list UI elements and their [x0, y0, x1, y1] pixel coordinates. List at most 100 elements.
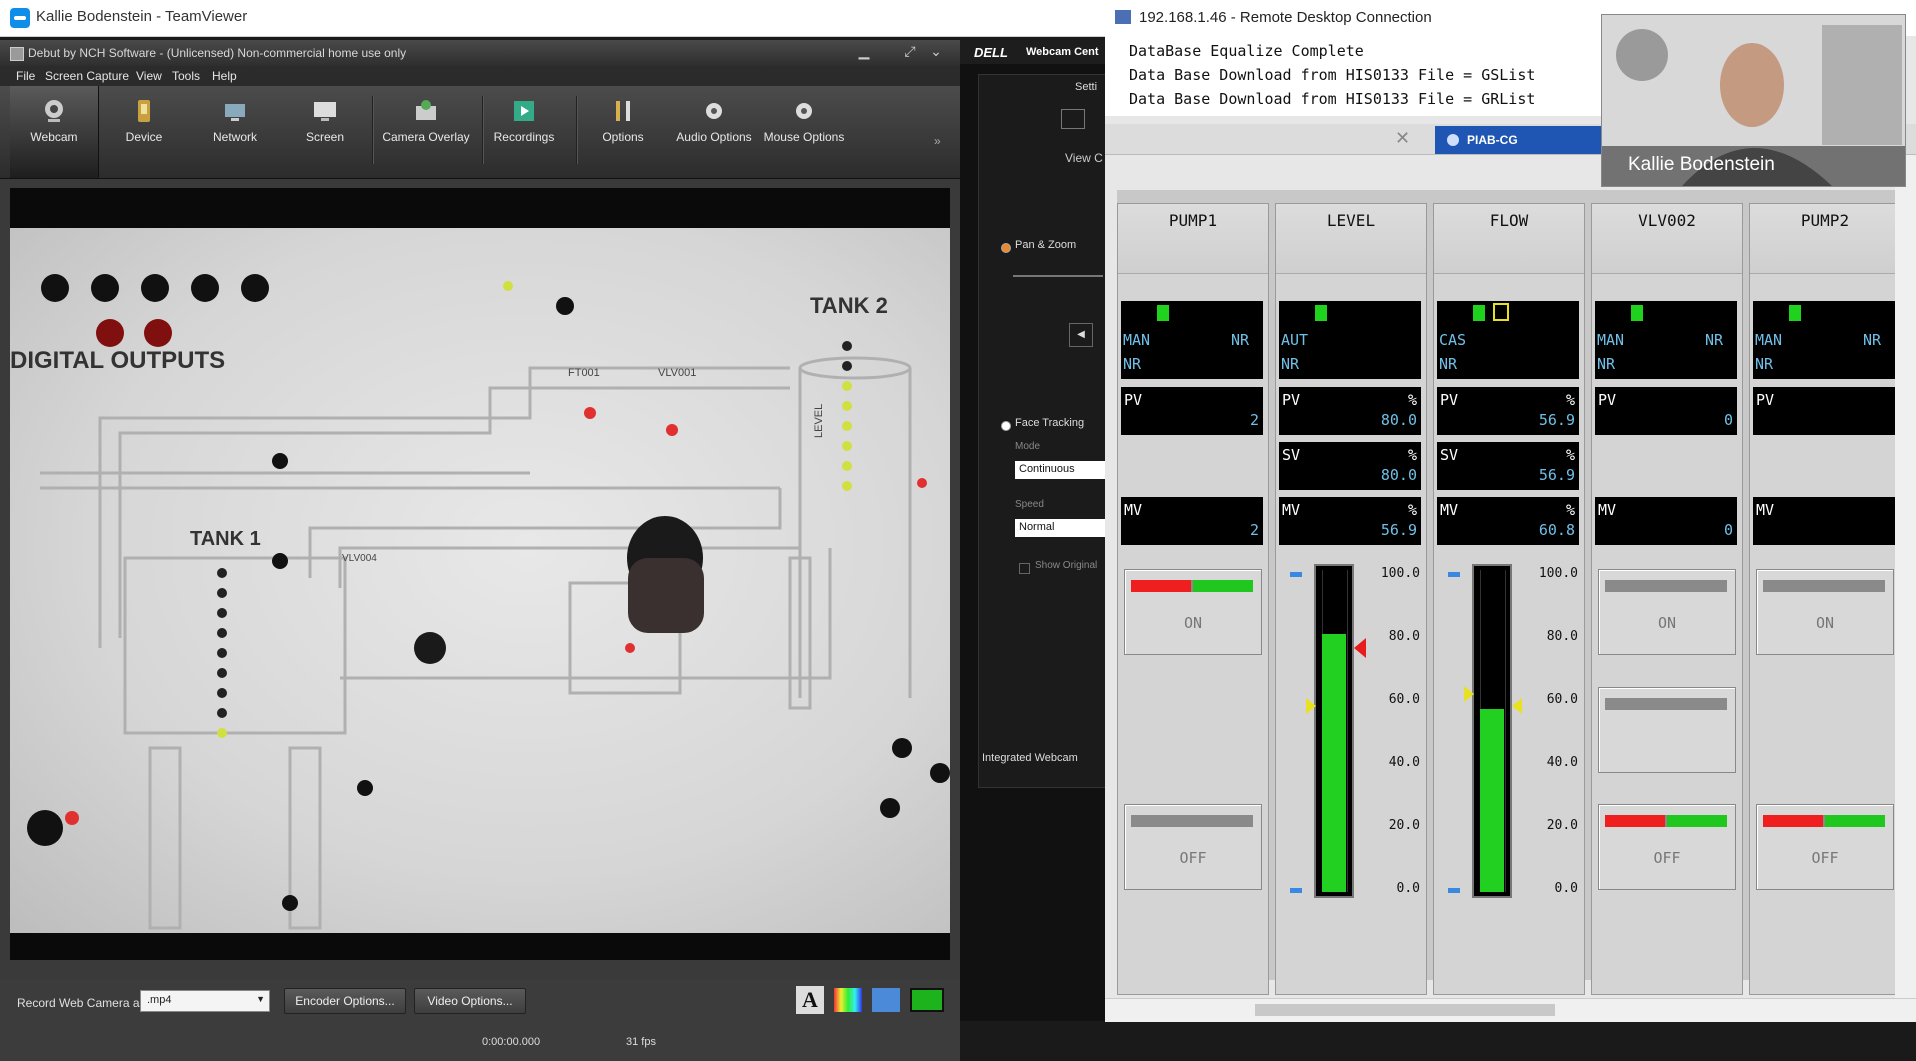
toolbar-mouse-options-label: Mouse Options [763, 130, 845, 144]
face-tracking-radio[interactable] [1001, 421, 1011, 431]
debut-menubar: File Screen Capture View Tools Help [0, 66, 960, 86]
chevron-down-icon[interactable]: ⌄ [924, 42, 948, 60]
scale-tick: 60.0 [1546, 692, 1578, 707]
off-button[interactable]: OFF [1598, 804, 1736, 890]
faceplate-tag[interactable]: LEVEL [1276, 204, 1426, 274]
stop-button[interactable] [1598, 687, 1736, 773]
vertical-scrollbar[interactable] [1895, 155, 1916, 998]
video-options-button[interactable]: Video Options... [414, 988, 526, 1014]
mv-label: MV [1440, 501, 1459, 519]
pan-zoom-radio[interactable] [1001, 243, 1011, 253]
encoder-options-button[interactable]: Encoder Options... [284, 988, 406, 1014]
pan-left-button[interactable]: ◀ [1069, 323, 1093, 347]
dell-webcam-window: DELL Webcam Cent Setti View C Pan & Zoom… [960, 40, 1107, 1021]
clapper-icon[interactable] [872, 988, 900, 1012]
faceplate-area: PUMP1 MAN NR NR PV 2 MV 2 ON OFF LEVEL A… [1117, 190, 1907, 995]
mode-select[interactable]: Continuous [1015, 461, 1105, 479]
status-block: MAN NR NR [1595, 301, 1737, 379]
on-button[interactable]: ON [1756, 569, 1894, 655]
debut-title: Debut by NCH Software - (Unlicensed) Non… [28, 46, 407, 60]
pv-label: PV [1282, 391, 1301, 409]
menu-view[interactable]: View [136, 69, 162, 83]
mode-value: Continuous [1019, 463, 1075, 475]
menu-file[interactable]: File [16, 69, 35, 83]
mv-block[interactable]: MV 0 [1595, 497, 1737, 545]
maximize-button[interactable]: ⤢ [898, 42, 922, 60]
on-button[interactable]: ON [1124, 569, 1262, 655]
digital-outputs-label: DIGITAL OUTPUTS [10, 347, 225, 374]
mv-block[interactable]: MV [1753, 497, 1895, 545]
minimize-button[interactable]: ▁ [852, 42, 876, 60]
toolbar-network-button[interactable]: Network [196, 86, 274, 178]
mv-block[interactable]: MV % 60.8 [1437, 497, 1579, 545]
dell-settings-tab[interactable]: Setti [1075, 81, 1097, 93]
sv-value: 56.9 [1538, 466, 1575, 484]
menu-help[interactable]: Help [212, 69, 237, 83]
toolbar-options-button[interactable]: Options [588, 86, 658, 178]
format-select[interactable]: .mp4 ▼ [140, 990, 270, 1012]
zoom-slider[interactable] [1013, 275, 1103, 277]
view-mode-icon[interactable] [1061, 109, 1085, 129]
audio-options-icon [706, 103, 722, 119]
mv-block[interactable]: MV % 56.9 [1279, 497, 1421, 545]
tab-piab-cg[interactable]: PIAB-CG [1435, 126, 1605, 154]
scroll-thumb[interactable] [1255, 1004, 1555, 1016]
status-block: MAN NR NR [1753, 301, 1895, 379]
faceplate-tag[interactable]: FLOW [1434, 204, 1584, 274]
toolbar-webcam-button[interactable]: Webcam [10, 86, 99, 178]
toolbar-recordings-button[interactable]: Recordings [490, 86, 558, 178]
status-block: AUT NR [1279, 301, 1421, 379]
network-icon [225, 104, 245, 121]
faceplate-tag[interactable]: PUMP1 [1118, 204, 1268, 274]
mv-label: MV [1598, 501, 1617, 519]
pv-block[interactable]: PV [1753, 387, 1895, 435]
cascade-icon[interactable] [1493, 303, 1509, 321]
stop-state-bar [1605, 698, 1727, 710]
close-icon[interactable]: ✕ [1395, 128, 1410, 149]
pv-block[interactable]: PV % 80.0 [1279, 387, 1421, 435]
film-strip-icon[interactable] [910, 988, 944, 1012]
on-button[interactable]: ON [1598, 569, 1736, 655]
pv-block[interactable]: PV 0 [1595, 387, 1737, 435]
faceplate-flow: FLOW CAS NR PV % 56.9 SV % 56.9 MV % 60.… [1433, 203, 1585, 995]
sv-marker[interactable] [1512, 698, 1522, 714]
sv-marker[interactable] [1354, 638, 1366, 658]
mv-label: MV [1124, 501, 1143, 519]
video-call-overlay[interactable]: Kallie Bodenstein [1601, 14, 1906, 187]
device-selector[interactable]: Integrated Webcam [982, 752, 1078, 764]
show-original-checkbox[interactable] [1019, 563, 1030, 574]
text-overlay-icon[interactable]: A [796, 986, 824, 1014]
off-button[interactable]: OFF [1124, 804, 1262, 890]
pv-block[interactable]: PV % 56.9 [1437, 387, 1579, 435]
toolbar-audio-options-button[interactable]: Audio Options [672, 86, 756, 178]
faceplate-tag[interactable]: VLV002 [1592, 204, 1742, 274]
toolbar-screen-button[interactable]: Screen [286, 86, 364, 178]
pv-label: PV [1756, 391, 1775, 409]
rdc-app-icon [1115, 10, 1131, 24]
toolbar-options-label: Options [602, 130, 644, 144]
sv-block[interactable]: SV % 56.9 [1437, 442, 1579, 490]
mv-label: MV [1282, 501, 1301, 519]
toolbar-divider [372, 96, 374, 164]
low-limit-marker [1290, 888, 1302, 893]
mv-block[interactable]: MV 2 [1121, 497, 1263, 545]
toolbar-overflow-icon[interactable]: » [934, 134, 941, 148]
menu-tools[interactable]: Tools [172, 69, 200, 83]
menu-screen-capture[interactable]: Screen Capture [45, 69, 129, 83]
toolbar-mouse-options-button[interactable]: Mouse Options [762, 86, 846, 178]
pv-value: 56.9 [1538, 411, 1575, 429]
speed-value: Normal [1019, 521, 1055, 533]
device-icon [138, 100, 150, 122]
pv-block[interactable]: PV 2 [1121, 387, 1263, 435]
tank2-label: TANK 2 [810, 293, 888, 318]
toolbar-camera-overlay-button[interactable]: Camera Overlay [380, 86, 472, 178]
console-line: DataBase Equalize Complete [1129, 42, 1364, 60]
faceplate-tag[interactable]: PUMP2 [1750, 204, 1900, 274]
dell-view-label[interactable]: View C [1065, 151, 1103, 165]
horizontal-scrollbar[interactable] [1105, 998, 1916, 1022]
speed-select[interactable]: Normal [1015, 519, 1105, 537]
color-effects-icon[interactable] [834, 988, 862, 1012]
sv-block[interactable]: SV % 80.0 [1279, 442, 1421, 490]
off-button[interactable]: OFF [1756, 804, 1894, 890]
toolbar-device-button[interactable]: Device [108, 86, 180, 178]
